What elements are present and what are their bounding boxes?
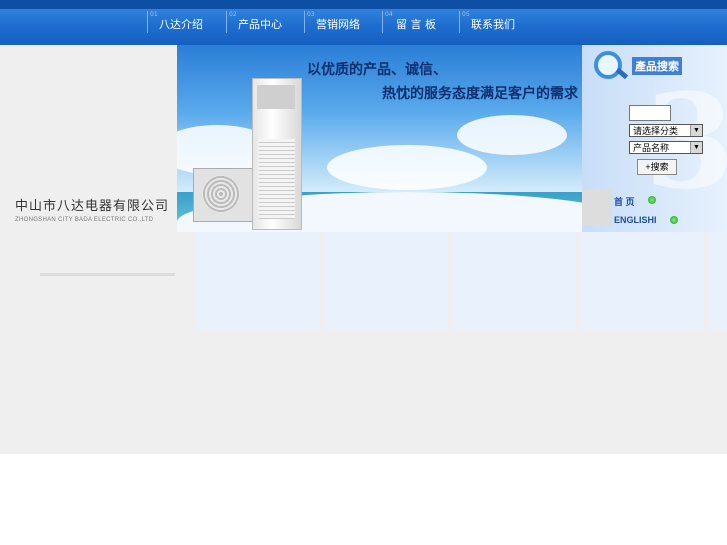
category-select[interactable]: 请选择分类 ▼: [629, 124, 703, 137]
outdoor-unit-image: [193, 168, 253, 222]
banner-slogan-line2: 热忱的服务态度满足客户的需求: [382, 86, 578, 102]
side-box: [582, 190, 612, 226]
field-select-value: 产品名称: [633, 143, 670, 153]
english-link[interactable]: ENGLISHI: [614, 215, 657, 225]
fan-icon: [202, 175, 240, 213]
search-title: 產品搜索: [632, 57, 682, 75]
nav-divider: [382, 11, 383, 33]
green-dot-icon: [670, 216, 678, 224]
hero-banner: 以优质的产品、诚信、 热忱的服务态度满足客户的需求: [177, 45, 582, 232]
content-panel: [196, 232, 319, 330]
floor-air-conditioner-image: [252, 78, 302, 230]
cloud-shape: [457, 115, 567, 155]
nav-item-about[interactable]: 01 八达介绍: [147, 11, 225, 33]
nav-item-products[interactable]: 02 产品中心: [226, 11, 304, 33]
field-select[interactable]: 产品名称 ▼: [629, 141, 703, 154]
company-logo: 中山市八达电器有限公司 ZHONGSHAN CITY BADA ELECTRIC…: [15, 195, 169, 223]
nav-item-number: 05: [462, 11, 470, 18]
nav-item-number: 04: [385, 11, 393, 18]
search-sidebar: 3 產品搜索 请选择分类 ▼ 产品名称 ▼ +搜索 首 页 ENGLISHI: [582, 45, 727, 232]
content-panel: [453, 232, 576, 330]
nav-item-label: 联系我们: [471, 18, 515, 31]
search-button[interactable]: +搜索: [637, 159, 677, 175]
nav-item-number: 03: [307, 11, 315, 18]
nav-top-strip: [0, 0, 727, 9]
nav-item-label: 产品中心: [238, 18, 282, 31]
nav-divider: [459, 11, 460, 33]
unit-grill: [259, 139, 295, 219]
nav-divider: [304, 11, 305, 33]
content-panel: [709, 232, 727, 330]
nav-item-number: 02: [229, 11, 237, 18]
content-panel: [581, 232, 704, 330]
nav-item-number: 01: [150, 11, 158, 18]
content-panel: [325, 232, 448, 330]
nav-item-network[interactable]: 03 营销网络: [304, 11, 382, 33]
magnifier-icon: [594, 51, 622, 79]
company-name-en: ZHONGSHAN CITY BADA ELECTRIC CO.,LTD: [15, 217, 154, 223]
chevron-down-icon: ▼: [690, 125, 702, 136]
chevron-down-icon: ▼: [690, 142, 702, 153]
nav-divider: [147, 11, 148, 33]
banner-slogan-line1: 以优质的产品、诚信、: [307, 62, 447, 78]
magnifier-handle-icon: [615, 67, 629, 80]
nav-item-guestbook[interactable]: 04 留 言 板: [382, 11, 460, 33]
divider: [40, 273, 175, 276]
search-button-label: 搜索: [650, 162, 669, 172]
company-name-cn: 中山市八达电器有限公司: [15, 199, 170, 214]
green-dot-icon: [648, 196, 656, 204]
unit-panel: [257, 85, 295, 109]
nav-item-label: 留 言 板: [396, 18, 436, 31]
nav-item-label: 营销网络: [316, 18, 360, 31]
category-select-value: 请选择分类: [633, 126, 679, 136]
nav-divider: [226, 11, 227, 33]
top-navigation-bar: 01 八达介绍 02 产品中心 03 营销网络 04 留 言 板 05 联系我们: [0, 0, 727, 45]
nav-item-label: 八达介绍: [159, 18, 203, 31]
home-link[interactable]: 首 页: [614, 195, 635, 208]
nav-item-contact[interactable]: 05 联系我们: [459, 11, 539, 33]
search-keyword-input[interactable]: [629, 105, 671, 121]
cloud-shape: [327, 145, 487, 190]
